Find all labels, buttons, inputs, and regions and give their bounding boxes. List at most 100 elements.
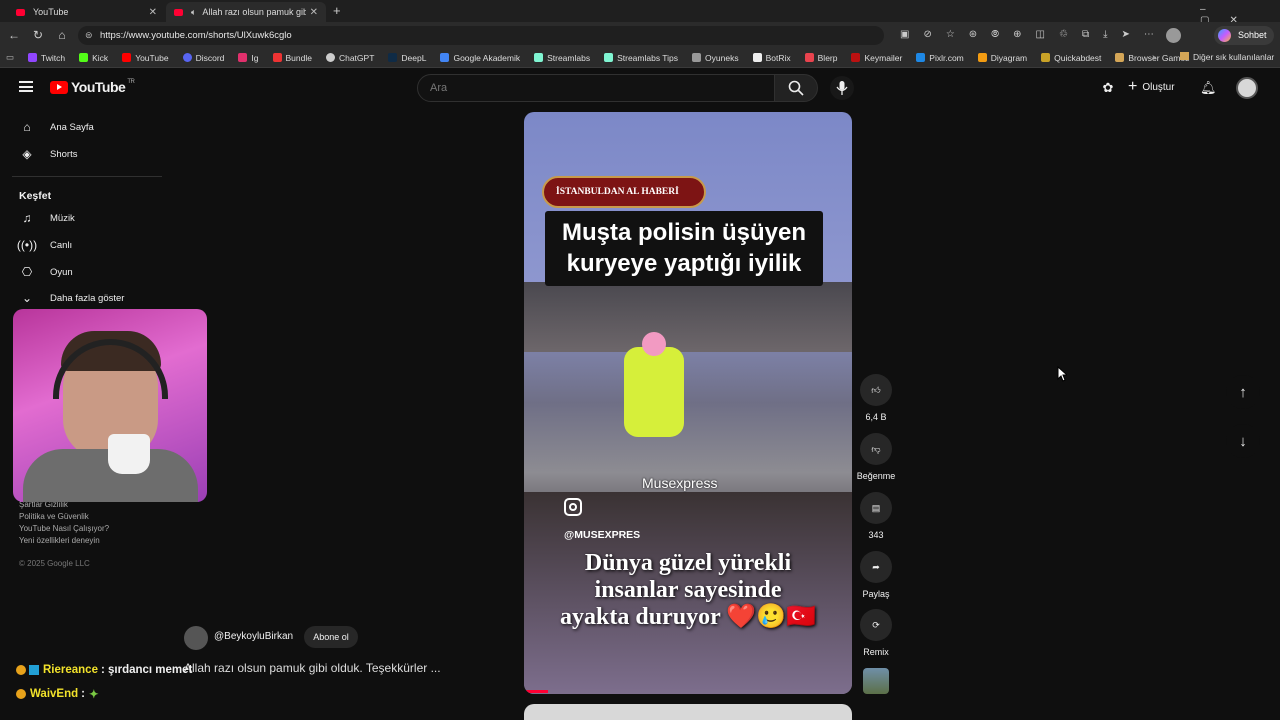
- bookmark-youtube[interactable]: YouTube: [122, 53, 169, 63]
- region-code: TR: [127, 79, 135, 85]
- plus-icon: +: [1128, 78, 1138, 95]
- video-street-background: [524, 282, 852, 352]
- streamer-webcam: [13, 309, 207, 502]
- bookmark-bundle[interactable]: Bundle: [272, 53, 312, 63]
- chat-badge-icon: [29, 665, 39, 675]
- sidebar-item-home[interactable]: ⌂ Ana Sayfa: [0, 114, 162, 140]
- bookmark-keymailer[interactable]: Keymailer: [851, 53, 902, 63]
- bookmark-discord[interactable]: Discord: [182, 53, 224, 63]
- comment-icon[interactable]: ▤: [860, 492, 892, 524]
- tab-current-short[interactable]: 🔈︎ Allah razı olsun pamuk gibi o ✕: [166, 2, 326, 22]
- mute-icon[interactable]: 🔈︎: [191, 7, 196, 18]
- footer-policy[interactable]: Politika ve Güvenlik: [19, 512, 89, 521]
- profile-avatar[interactable]: [1166, 28, 1181, 43]
- next-short-button[interactable]: ↓: [1226, 424, 1260, 458]
- chat-username: Riereance: [43, 664, 98, 676]
- youtube-icon: [122, 53, 132, 62]
- reload-icon[interactable]: ↻: [30, 27, 46, 43]
- sidebar-item-live[interactable]: ((•)) Canlı: [0, 232, 162, 258]
- streamlabs-icon: [534, 53, 544, 62]
- copilot-button[interactable]: Sohbet et: [1214, 26, 1274, 59]
- studio-icon[interactable]: ✿: [1100, 80, 1116, 96]
- remix-action[interactable]: ⟳ Remix: [856, 609, 896, 657]
- tab-youtube[interactable]: YouTube ✕: [8, 2, 165, 22]
- address-bar[interactable]: ⊜ https://www.youtube.com/shorts/UlXuwk6…: [78, 26, 884, 45]
- short-title[interactable]: Allah razı olsun pamuk gibi olduk. Teşek…: [184, 661, 441, 675]
- sound-thumbnail[interactable]: [863, 668, 889, 694]
- gamepad-icon: ⎔: [21, 265, 33, 279]
- share-icon[interactable]: ➦: [860, 551, 892, 583]
- bookmark-deepl[interactable]: DeepL: [388, 53, 426, 63]
- shorts-video-player[interactable]: İSTANBULDAN AL HABERİ Muşta polisin üşüy…: [524, 112, 852, 694]
- thumbs-down-icon[interactable]: 👎︎: [860, 433, 892, 465]
- sidebar-show-more[interactable]: ⌄ Daha fazla göster: [0, 285, 162, 311]
- youtube-logo[interactable]: YouTube TR: [50, 79, 135, 95]
- extension-icons[interactable]: ▣⊘☆⊛⦾⊕◫♲⧉⤓➤⋯: [900, 29, 1168, 40]
- create-button[interactable]: + Oluştur: [1128, 78, 1175, 96]
- like-action[interactable]: 👍︎ 6,4 B: [856, 374, 896, 422]
- close-tab-icon[interactable]: ✕: [149, 7, 157, 18]
- shorts-icon: ◈: [22, 147, 32, 161]
- account-avatar[interactable]: [1236, 77, 1258, 99]
- close-tab-icon[interactable]: ✕: [310, 7, 318, 18]
- arrow-down-icon: ↓: [1239, 432, 1247, 450]
- video-caption: Dünya güzel yürekli insanlar sayesinde a…: [560, 550, 816, 630]
- oyuneks-icon: [692, 53, 702, 62]
- sidebar-item-music[interactable]: ♫ Müzik: [0, 205, 162, 231]
- apps-icon[interactable]: ▭: [6, 52, 14, 63]
- voice-search-button[interactable]: [830, 76, 854, 100]
- new-tab-button[interactable]: +: [333, 3, 341, 18]
- footer-new-features[interactable]: Yeni özellikleri deneyin: [19, 536, 100, 545]
- menu-icon[interactable]: [19, 81, 33, 92]
- notification-bell-icon[interactable]: 🔔︎: [1200, 80, 1217, 96]
- chat-message: WaivEnd : ✦: [16, 687, 99, 701]
- previous-short-button[interactable]: ↑: [1226, 375, 1260, 409]
- other-bookmarks[interactable]: Diğer sık kullanılanlar: [1180, 52, 1274, 62]
- channel-name[interactable]: @BeykoyluBirkan: [214, 631, 293, 642]
- arrow-up-icon: ↑: [1239, 383, 1247, 401]
- chevron-right-icon[interactable]: ›: [1152, 52, 1155, 63]
- footer-how-it-works[interactable]: YouTube Nasıl Çalışıyor?: [19, 524, 109, 533]
- chat-badge-icon: [16, 665, 26, 675]
- bookmark-streamlabs[interactable]: Streamlabs: [534, 53, 590, 63]
- bookmark-oyuneks[interactable]: Oyuneks: [692, 53, 739, 63]
- bookmark-ig[interactable]: Ig: [238, 53, 259, 63]
- quickabdest-icon: [1041, 53, 1051, 62]
- dislike-action[interactable]: 👎︎ Beğenme: [856, 433, 896, 481]
- bookmark-kick[interactable]: Kick: [79, 53, 108, 63]
- share-action[interactable]: ➦ Paylaş: [856, 551, 896, 599]
- site-info-icon[interactable]: ⊜: [85, 26, 93, 45]
- pixlr-icon: [916, 53, 926, 62]
- remix-icon[interactable]: ⟳: [860, 609, 892, 641]
- bookmark-quickabdest[interactable]: Quickabdest: [1041, 53, 1101, 63]
- bookmark-streamlabs-tips[interactable]: Streamlabs Tips: [604, 53, 678, 63]
- next-short-preview[interactable]: [524, 704, 852, 720]
- chat-username: WaivEnd: [30, 688, 79, 700]
- chevron-down-icon: ⌄: [21, 291, 33, 305]
- search-button[interactable]: [774, 74, 818, 102]
- instagram-icon: [564, 498, 582, 516]
- back-icon[interactable]: ←: [6, 27, 22, 43]
- sidebar-item-gaming[interactable]: ⎔ Oyun: [0, 259, 162, 285]
- bookmark-pixlr[interactable]: Pixlr.com: [916, 53, 964, 63]
- news-badge: İSTANBULDAN AL HABERİ: [542, 176, 706, 208]
- tab-title: Allah razı olsun pamuk gibi o: [202, 7, 307, 17]
- bookmark-botrix[interactable]: BotRix: [752, 53, 791, 63]
- thumbs-up-icon[interactable]: 👍︎: [860, 374, 892, 406]
- video-progress-bar[interactable]: [524, 690, 548, 693]
- sidebar-item-shorts[interactable]: ◈ Shorts: [0, 141, 162, 167]
- search-input[interactable]: Ara: [417, 74, 775, 102]
- bookmark-twitch[interactable]: Twitch: [28, 53, 65, 63]
- instagram-handle: @MUSEXPRES: [564, 529, 641, 541]
- comments-action[interactable]: ▤ 343: [856, 492, 896, 540]
- diagram-icon: [977, 53, 987, 62]
- bookmark-google-akademik[interactable]: Google Akademik: [440, 53, 520, 63]
- botrix-icon: [752, 53, 762, 62]
- officer-head: [642, 332, 666, 356]
- bookmark-diyagram[interactable]: Diyagram: [977, 53, 1027, 63]
- bookmark-chatgpt[interactable]: ChatGPT: [325, 53, 374, 63]
- bookmark-blerp[interactable]: Blerp: [804, 53, 837, 63]
- channel-avatar[interactable]: [184, 626, 208, 650]
- subscribe-button[interactable]: Abone ol: [304, 626, 358, 648]
- home-icon[interactable]: ⌂: [54, 27, 70, 43]
